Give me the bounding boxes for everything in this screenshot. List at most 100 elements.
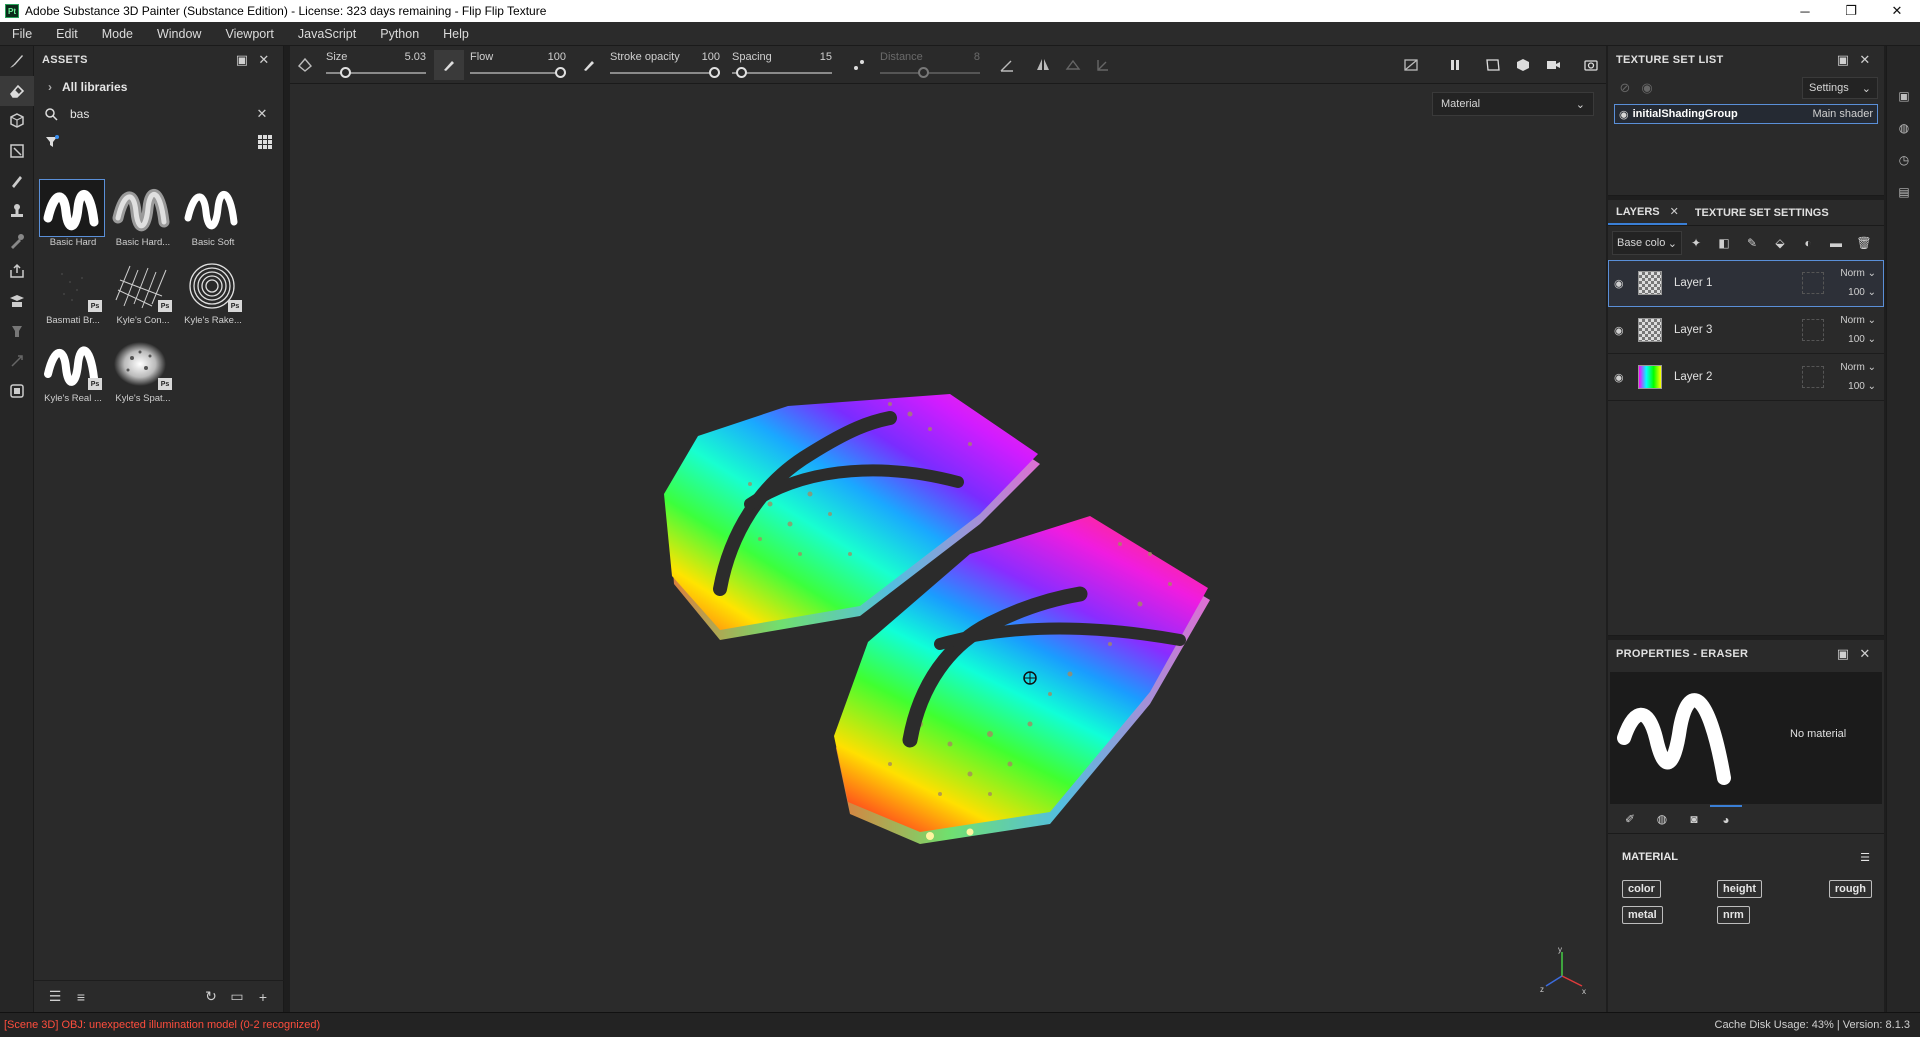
clear-search-icon[interactable]: ✕ (251, 103, 273, 125)
channel-rough-button[interactable]: rough (1828, 880, 1872, 898)
eye-icon[interactable]: ◉ (1614, 324, 1632, 337)
eye-icon[interactable]: ◉ (1614, 277, 1632, 290)
undock-icon[interactable]: ▣ (1832, 49, 1854, 71)
mask-slot[interactable] (1802, 319, 1824, 341)
polygon-fill-tool[interactable] (0, 136, 34, 166)
refresh-icon[interactable]: ↻ (198, 984, 224, 1010)
menu-viewport[interactable]: Viewport (213, 22, 285, 46)
eraser-tool[interactable] (0, 76, 34, 106)
size-slider[interactable]: Size 5.03 (326, 48, 426, 82)
symmetry-icon[interactable] (1028, 50, 1058, 80)
bake-tool[interactable] (0, 256, 34, 286)
menu-mode[interactable]: Mode (90, 22, 145, 46)
settings-dropdown[interactable]: Settings ⌄ (1802, 77, 1878, 99)
layer-row[interactable]: ◉ Layer 1 Norm ⌄ 100 ⌄ (1608, 260, 1884, 307)
opacity-dropdown[interactable]: 100 ⌄ (1838, 377, 1876, 396)
geometry-mask-tool[interactable] (0, 286, 34, 316)
blend-mode-dropdown[interactable]: Norm ⌄ (1838, 311, 1876, 330)
delete-icon[interactable]: 🗑 (1850, 229, 1878, 257)
channel-dropdown[interactable]: Base colo ⌄ (1612, 231, 1682, 255)
symmetry-plane-icon[interactable] (1058, 50, 1088, 80)
hide-ui-icon[interactable] (1396, 50, 1426, 80)
screenshot-icon[interactable] (1576, 50, 1606, 80)
asset-basic-hard-2[interactable]: Basic Hard... (110, 180, 176, 248)
paint-tool[interactable] (0, 46, 34, 76)
maximize-button[interactable]: ❐ (1828, 0, 1874, 22)
close-icon[interactable]: ✕ (1854, 49, 1876, 71)
asset-kyles-spat[interactable]: Ps Kyle's Spat... (110, 336, 176, 404)
search-input[interactable] (70, 107, 251, 121)
menu-javascript[interactable]: JavaScript (286, 22, 368, 46)
material-tab-icon[interactable]: ◕ (1710, 804, 1742, 833)
3d-viewport[interactable]: Material ⌄ y x z (290, 84, 1606, 1012)
pause-icon[interactable] (1440, 50, 1470, 80)
layer-name[interactable]: Layer 3 (1674, 324, 1802, 336)
transform-tool[interactable] (0, 346, 34, 376)
mask-slot[interactable] (1802, 366, 1824, 388)
menu-window[interactable]: Window (145, 22, 213, 46)
tab-texture-set-settings[interactable]: TEXTURE SET SETTINGS (1687, 200, 1837, 225)
detail-view-icon[interactable]: ≡ (68, 984, 94, 1010)
channel-nrm-button[interactable]: nrm (1717, 906, 1750, 924)
close-icon[interactable]: ✕ (253, 49, 275, 71)
alpha-tab-icon[interactable]: ◍ (1646, 805, 1678, 833)
layer-name[interactable]: Layer 2 (1674, 371, 1802, 383)
close-icon[interactable]: ✕ (1670, 205, 1679, 218)
clone-tool[interactable] (0, 196, 34, 226)
symmetry-axis-icon[interactable] (1088, 50, 1118, 80)
flow-slider[interactable]: Flow 100 (470, 48, 566, 82)
asset-basic-soft[interactable]: Basic Soft (180, 180, 246, 248)
id-picker-tool[interactable] (0, 316, 34, 346)
asset-kyles-con[interactable]: Ps Kyle's Con... (110, 258, 176, 326)
spacing-slider[interactable]: Spacing 15 (732, 48, 832, 82)
asset-basic-hard[interactable]: Basic Hard (39, 179, 106, 248)
opacity-pressure-icon[interactable] (574, 50, 604, 80)
color-picker-tool[interactable] (0, 226, 34, 256)
tab-layers[interactable]: LAYERS ✕ (1608, 200, 1687, 225)
blend-mode-dropdown[interactable]: Norm ⌄ (1838, 358, 1876, 377)
layer-row[interactable]: ◉ Layer 2 Norm ⌄ 100 ⌄ (1608, 354, 1884, 401)
undock-icon[interactable]: ▣ (1832, 643, 1854, 665)
asset-kyles-rake[interactable]: Ps Kyle's Rake... (180, 258, 246, 326)
menu-help[interactable]: Help (431, 22, 481, 46)
menu-edit[interactable]: Edit (44, 22, 90, 46)
opacity-dropdown[interactable]: 100 ⌄ (1838, 330, 1876, 349)
close-icon[interactable]: ✕ (1854, 643, 1876, 665)
camera-icon[interactable] (1538, 50, 1568, 80)
menu-file[interactable]: File (0, 22, 44, 46)
menu-icon[interactable]: ☰ (1860, 851, 1870, 864)
texture-set-item[interactable]: ◉ initialShadingGroup Main shader (1614, 104, 1878, 124)
add-smart-material-icon[interactable]: ◐ (1794, 229, 1822, 257)
shader-settings-icon[interactable]: ◍ (1887, 112, 1920, 144)
minimize-button[interactable]: ─ (1782, 0, 1828, 22)
display-settings-icon[interactable]: ▣ (1887, 80, 1920, 112)
alignment-icon[interactable] (992, 50, 1022, 80)
measure-tool[interactable] (0, 376, 34, 406)
add-folder-icon[interactable]: ▬ (1822, 229, 1850, 257)
smudge-tool[interactable] (0, 166, 34, 196)
lazy-mouse-icon[interactable] (844, 50, 874, 80)
flow-pressure-icon[interactable] (434, 49, 464, 80)
projection-tool[interactable] (0, 106, 34, 136)
2d-view-icon[interactable] (1478, 50, 1508, 80)
stencil-tab-icon[interactable]: ◙ (1678, 805, 1710, 833)
history-icon[interactable]: ◷ (1887, 144, 1920, 176)
folder-icon[interactable]: ▭ (224, 984, 250, 1010)
blend-mode-dropdown[interactable]: Norm ⌄ (1838, 264, 1876, 283)
opacity-dropdown[interactable]: 100 ⌄ (1838, 283, 1876, 302)
eye-icon[interactable]: ◉ (1614, 371, 1632, 384)
asset-kyles-real[interactable]: Ps Kyle's Real ... (40, 336, 106, 404)
add-effect-icon[interactable]: ✦ (1682, 229, 1710, 257)
list-view-icon[interactable]: ☰ (42, 984, 68, 1010)
visibility-icon[interactable]: ◉ (1636, 77, 1658, 99)
layer-name[interactable]: Layer 1 (1674, 277, 1802, 289)
add-paint-layer-icon[interactable]: ✎ (1738, 229, 1766, 257)
eye-icon[interactable]: ◉ (1619, 108, 1629, 121)
mask-slot[interactable] (1802, 272, 1824, 294)
channel-color-button[interactable]: color (1622, 880, 1661, 898)
add-icon[interactable]: + (250, 984, 276, 1010)
channel-height-button[interactable]: height (1717, 880, 1762, 898)
log-icon[interactable]: ▤ (1887, 176, 1920, 208)
layer-row[interactable]: ◉ Layer 3 Norm ⌄ 100 ⌄ (1608, 307, 1884, 354)
add-mask-icon[interactable]: ◧ (1710, 229, 1738, 257)
